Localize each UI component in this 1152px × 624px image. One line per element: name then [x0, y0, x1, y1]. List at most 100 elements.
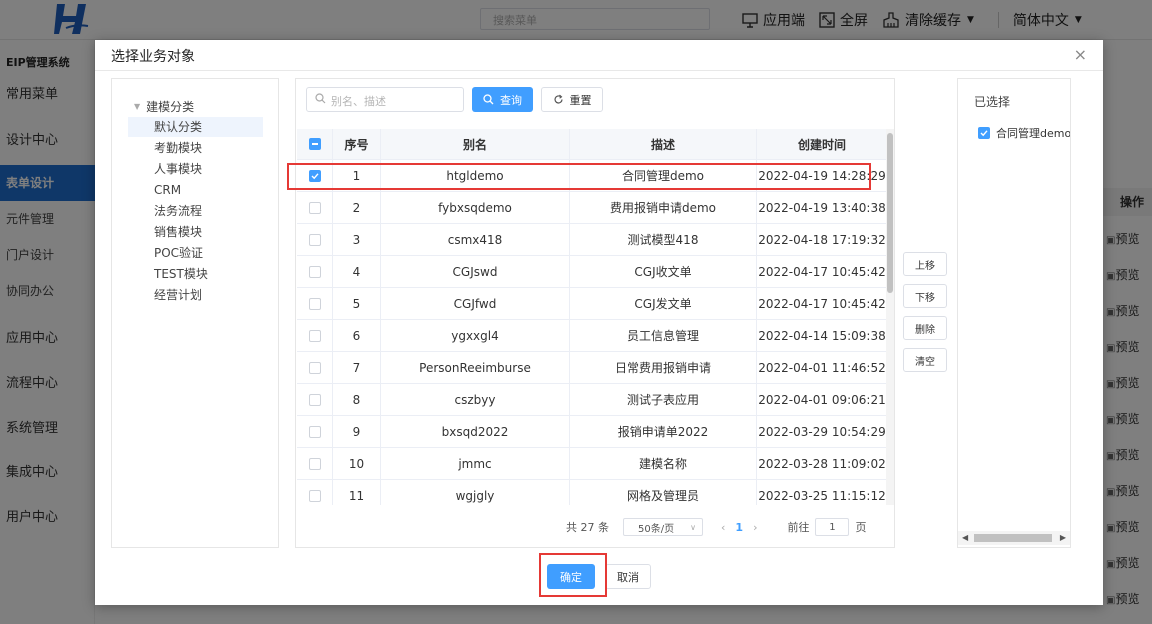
order-actions: 上移 下移 删除 清空	[903, 252, 947, 380]
close-icon[interactable]: ×	[1074, 45, 1087, 64]
tree-node[interactable]: POC验证	[128, 243, 263, 263]
table-row[interactable]: 6 ygxxgl4 员工信息管理 2022-04-14 15:09:38	[297, 320, 887, 352]
category-tree: ▼ 建模分类 默认分类 考勤模块 人事模块 CRM 法务流程 销售模块 POC验证 TEST模…	[111, 78, 279, 548]
row-checkbox[interactable]	[308, 201, 321, 214]
table-row[interactable]: 4 CGJswd CGJ收文单 2022-04-17 10:45:42	[297, 256, 887, 288]
move-down-button[interactable]: 下移	[903, 284, 947, 308]
cell-desc: 费用报销申请demo	[570, 192, 757, 223]
cell-time: 2022-04-17 10:45:42	[758, 264, 886, 279]
selected-item-label: 合同管理demo	[996, 127, 1071, 140]
delete-button[interactable]: 删除	[903, 316, 947, 340]
cell-no: 6	[333, 320, 381, 351]
scrollbar-thumb[interactable]	[974, 534, 1052, 542]
row-select-cell	[297, 320, 333, 351]
cell-desc: CGJ收文单	[570, 256, 757, 287]
row-checkbox[interactable]	[308, 457, 321, 470]
select-business-object-dialog: 选择业务对象 × ▼ 建模分类 默认分类 考勤模块 人事模块 CRM 法务流程 销售模块 P…	[95, 40, 1103, 605]
cell-desc: 测试模型418	[570, 224, 757, 255]
cell-alias: CGJfwd	[381, 288, 570, 319]
prev-page-icon[interactable]: ‹	[721, 521, 725, 534]
dialog-title: 选择业务对象	[111, 49, 195, 65]
header-alias: 别名	[381, 129, 570, 159]
row-select-cell	[297, 448, 333, 479]
table-row[interactable]: 7 PersonReeimburse 日常费用报销申请 2022-04-01 11:4…	[297, 352, 887, 384]
move-up-button[interactable]: 上移	[903, 252, 947, 276]
cell-time: 2022-04-19 13:40:38	[758, 200, 886, 215]
table-row[interactable]: 9 bxsqd2022 报销申请单2022 2022-03-29 10:54:29	[297, 416, 887, 448]
tree-node[interactable]: TEST模块	[128, 264, 263, 284]
search-input[interactable]: 别名、描述	[306, 87, 464, 112]
table-header-row: 序号 别名 描述 创建时间	[297, 129, 887, 160]
row-select-cell	[297, 288, 333, 319]
scroll-right-icon[interactable]: ▶	[1060, 531, 1066, 545]
cell-time: 2022-04-14 15:09:38	[758, 328, 886, 343]
selected-item[interactable]: 合同管理demo	[978, 125, 1071, 141]
table-row[interactable]: 10 jmmc 建模名称 2022-03-28 11:09:02	[297, 448, 887, 480]
cell-alias: CGJswd	[381, 256, 570, 287]
row-select-cell	[297, 480, 333, 505]
cell-alias: jmmc	[381, 448, 570, 479]
cell-no: 10	[333, 448, 381, 479]
row-select-cell	[297, 192, 333, 223]
row-select-cell	[297, 224, 333, 255]
cell-no: 9	[333, 416, 381, 447]
row-checkbox[interactable]	[308, 393, 321, 406]
reset-label: 重置	[569, 93, 592, 107]
table-row[interactable]: 5 CGJfwd CGJ发文单 2022-04-17 10:45:42	[297, 288, 887, 320]
tree-node[interactable]: 法务流程	[128, 201, 263, 221]
cell-no: 11	[333, 480, 381, 505]
cell-alias: csmx418	[381, 224, 570, 255]
cancel-button[interactable]: 取消	[605, 564, 651, 589]
tree-node[interactable]: 人事模块	[128, 159, 263, 179]
row-select-cell	[297, 256, 333, 287]
page-unit: 页	[855, 521, 867, 534]
reset-button[interactable]: 重置	[541, 87, 603, 112]
scroll-left-icon[interactable]: ◀	[962, 531, 968, 545]
table-row[interactable]: 3 csmx418 测试模型418 2022-04-18 17:19:32	[297, 224, 887, 256]
row-select-cell	[297, 352, 333, 383]
table-vertical-scrollbar[interactable]	[886, 129, 894, 505]
row-checkbox[interactable]	[308, 265, 321, 278]
cell-time: 2022-03-29 10:54:29	[758, 424, 886, 439]
highlight-selected-row	[287, 163, 871, 190]
chevron-down-icon: ∨	[690, 522, 696, 532]
tree-node[interactable]: CRM	[128, 180, 263, 200]
selected-item-checkbox[interactable]	[978, 127, 990, 139]
scrollbar-thumb[interactable]	[887, 133, 893, 293]
cell-no: 3	[333, 224, 381, 255]
row-checkbox[interactable]	[308, 489, 321, 502]
table-row[interactable]: 8 cszbyy 测试子表应用 2022-04-01 09:06:21	[297, 384, 887, 416]
tree-node[interactable]: 默认分类	[128, 117, 263, 137]
goto-page-input[interactable]: 1	[815, 518, 850, 536]
table-row[interactable]: 11 wgjgly 网格及管理员 2022-03-25 11:15:12	[297, 480, 887, 505]
table-row[interactable]: 2 fybxsqdemo 费用报销申请demo 2022-04-19 13:40:38	[297, 192, 887, 224]
tree-root[interactable]: ▼ 建模分类	[134, 98, 194, 115]
object-list-panel: 别名、描述 查询 重置 序号 别名 描述 创建时间 1 htgldemo 合同管理d…	[295, 78, 895, 548]
header-time: 创建时间	[797, 137, 846, 152]
clear-button[interactable]: 清空	[903, 348, 947, 372]
row-checkbox[interactable]	[308, 361, 321, 374]
cell-no: 8	[333, 384, 381, 415]
current-page[interactable]: 1	[735, 521, 743, 534]
select-all-checkbox[interactable]	[308, 138, 321, 150]
row-checkbox[interactable]	[308, 297, 321, 310]
row-checkbox[interactable]	[308, 425, 321, 438]
cell-alias: fybxsqdemo	[381, 192, 570, 223]
cell-alias: PersonReeimburse	[381, 352, 570, 383]
search-icon	[315, 93, 326, 104]
goto-label: 前往	[787, 521, 810, 534]
tree-node[interactable]: 销售模块	[128, 222, 263, 242]
page-size-select[interactable]: 50条/页 ∨	[623, 518, 703, 536]
query-button[interactable]: 查询	[472, 87, 533, 112]
cell-no: 2	[333, 192, 381, 223]
cell-desc: 员工信息管理	[570, 320, 757, 351]
next-page-icon[interactable]: ›	[753, 521, 757, 534]
selected-horizontal-scrollbar[interactable]: ◀ ▶	[958, 531, 1070, 545]
tree-node[interactable]: 经营计划	[128, 285, 263, 305]
header-desc: 描述	[570, 129, 757, 159]
search-icon	[483, 94, 494, 105]
tree-node[interactable]: 考勤模块	[128, 138, 263, 158]
row-checkbox[interactable]	[308, 329, 321, 342]
cell-desc: 测试子表应用	[570, 384, 757, 415]
row-checkbox[interactable]	[308, 233, 321, 246]
